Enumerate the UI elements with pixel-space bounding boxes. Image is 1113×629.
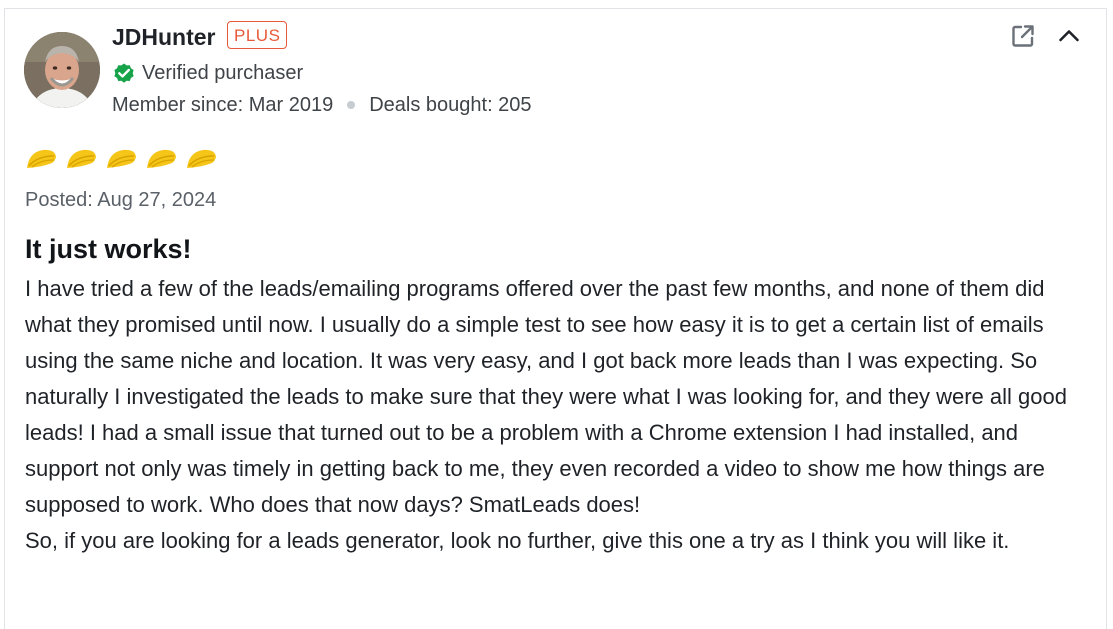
- collapse-button[interactable]: [1054, 21, 1084, 51]
- posted-date: Posted: Aug 27, 2024: [25, 189, 217, 211]
- verified-purchaser: Verified purchaser: [112, 60, 303, 86]
- open-external-button[interactable]: [1008, 21, 1038, 51]
- verified-label: Verified purchaser: [142, 61, 304, 84]
- member-since: Member since: Mar 2019: [112, 93, 334, 116]
- review-card: JDHunter PLUS Verified purchaser Member …: [4, 8, 1107, 629]
- avatar[interactable]: [24, 32, 100, 108]
- username[interactable]: JDHunter: [112, 23, 216, 51]
- review-body: I have tried a few of the leads/emailing…: [25, 271, 1085, 559]
- meta-separator-dot: [347, 101, 356, 109]
- deals-bought: Deals bought: 205: [369, 93, 532, 116]
- taco-rating: [25, 147, 225, 171]
- taco-icon: [107, 149, 136, 168]
- member-meta: Member since: Mar 2019 Deals bought: 205: [112, 92, 532, 118]
- taco-icon: [147, 149, 176, 168]
- taco-icon: [187, 149, 216, 168]
- plus-badge: PLUS: [227, 21, 288, 49]
- taco-icon: [27, 149, 56, 168]
- verified-check-icon: [114, 63, 134, 83]
- review-actions: [1008, 21, 1084, 51]
- review-title: It just works!: [25, 234, 192, 264]
- chevron-up-icon: [1059, 30, 1079, 42]
- review-paragraph: So, if you are looking for a leads gener…: [25, 528, 1010, 553]
- external-link-icon: [1012, 25, 1034, 47]
- review-paragraph: I have tried a few of the leads/emailing…: [25, 276, 1067, 517]
- taco-icon: [67, 149, 96, 168]
